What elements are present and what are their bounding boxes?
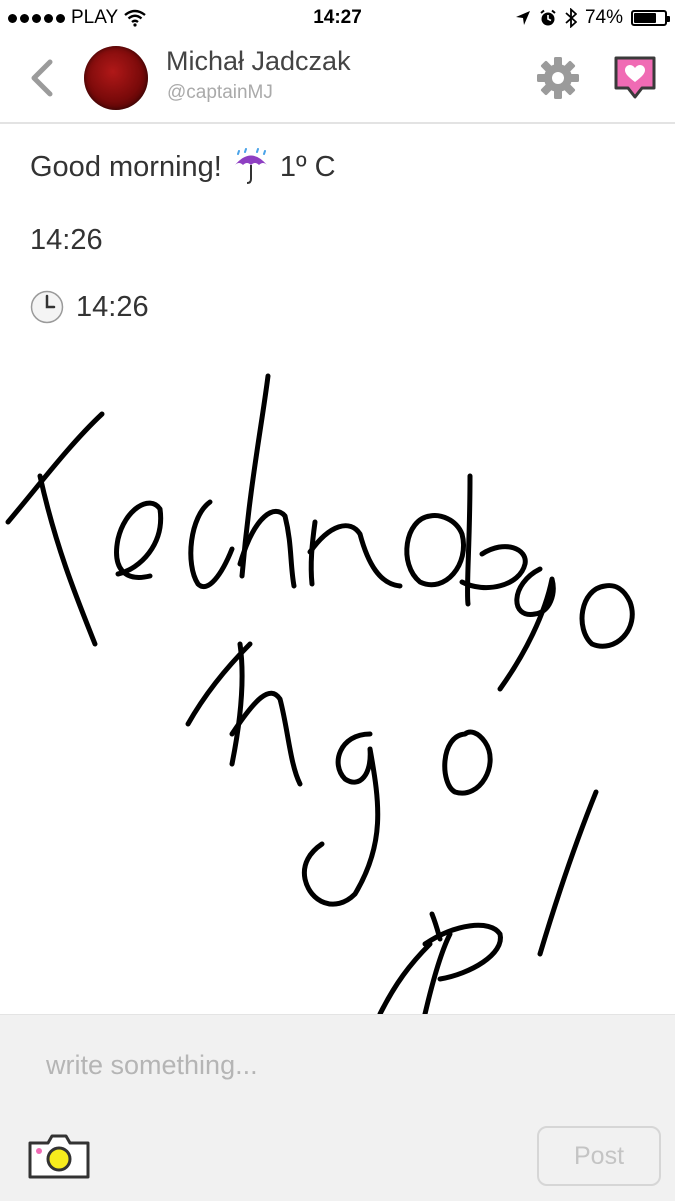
status-right: 74% (515, 7, 670, 29)
message-content: Good morning! 1º C 14:26 14:26 (0, 124, 675, 1014)
heart-message-icon[interactable] (612, 54, 658, 100)
camera-icon[interactable] (26, 1131, 92, 1181)
gear-icon[interactable] (536, 56, 580, 100)
back-chevron-icon[interactable] (22, 56, 62, 100)
post-button[interactable]: Post (537, 1126, 661, 1186)
profile-name: Michał Jadczak (166, 46, 351, 76)
battery-percent: 74% (584, 7, 623, 28)
battery-icon (631, 10, 670, 26)
handwritten-drawing (5, 373, 635, 1014)
battery-fill (634, 13, 657, 23)
status-bar: PLAY 14:27 74% (0, 0, 675, 38)
compose-input[interactable] (44, 1049, 628, 1082)
bluetooth-icon (565, 8, 577, 28)
location-arrow-icon (515, 11, 530, 25)
composer: Post (0, 1014, 675, 1201)
avatar[interactable] (84, 46, 148, 110)
conversation-header: Michał Jadczak @captainMJ (0, 38, 675, 124)
alarm-icon (540, 9, 556, 26)
profile-handle: @captainMJ (167, 82, 273, 103)
